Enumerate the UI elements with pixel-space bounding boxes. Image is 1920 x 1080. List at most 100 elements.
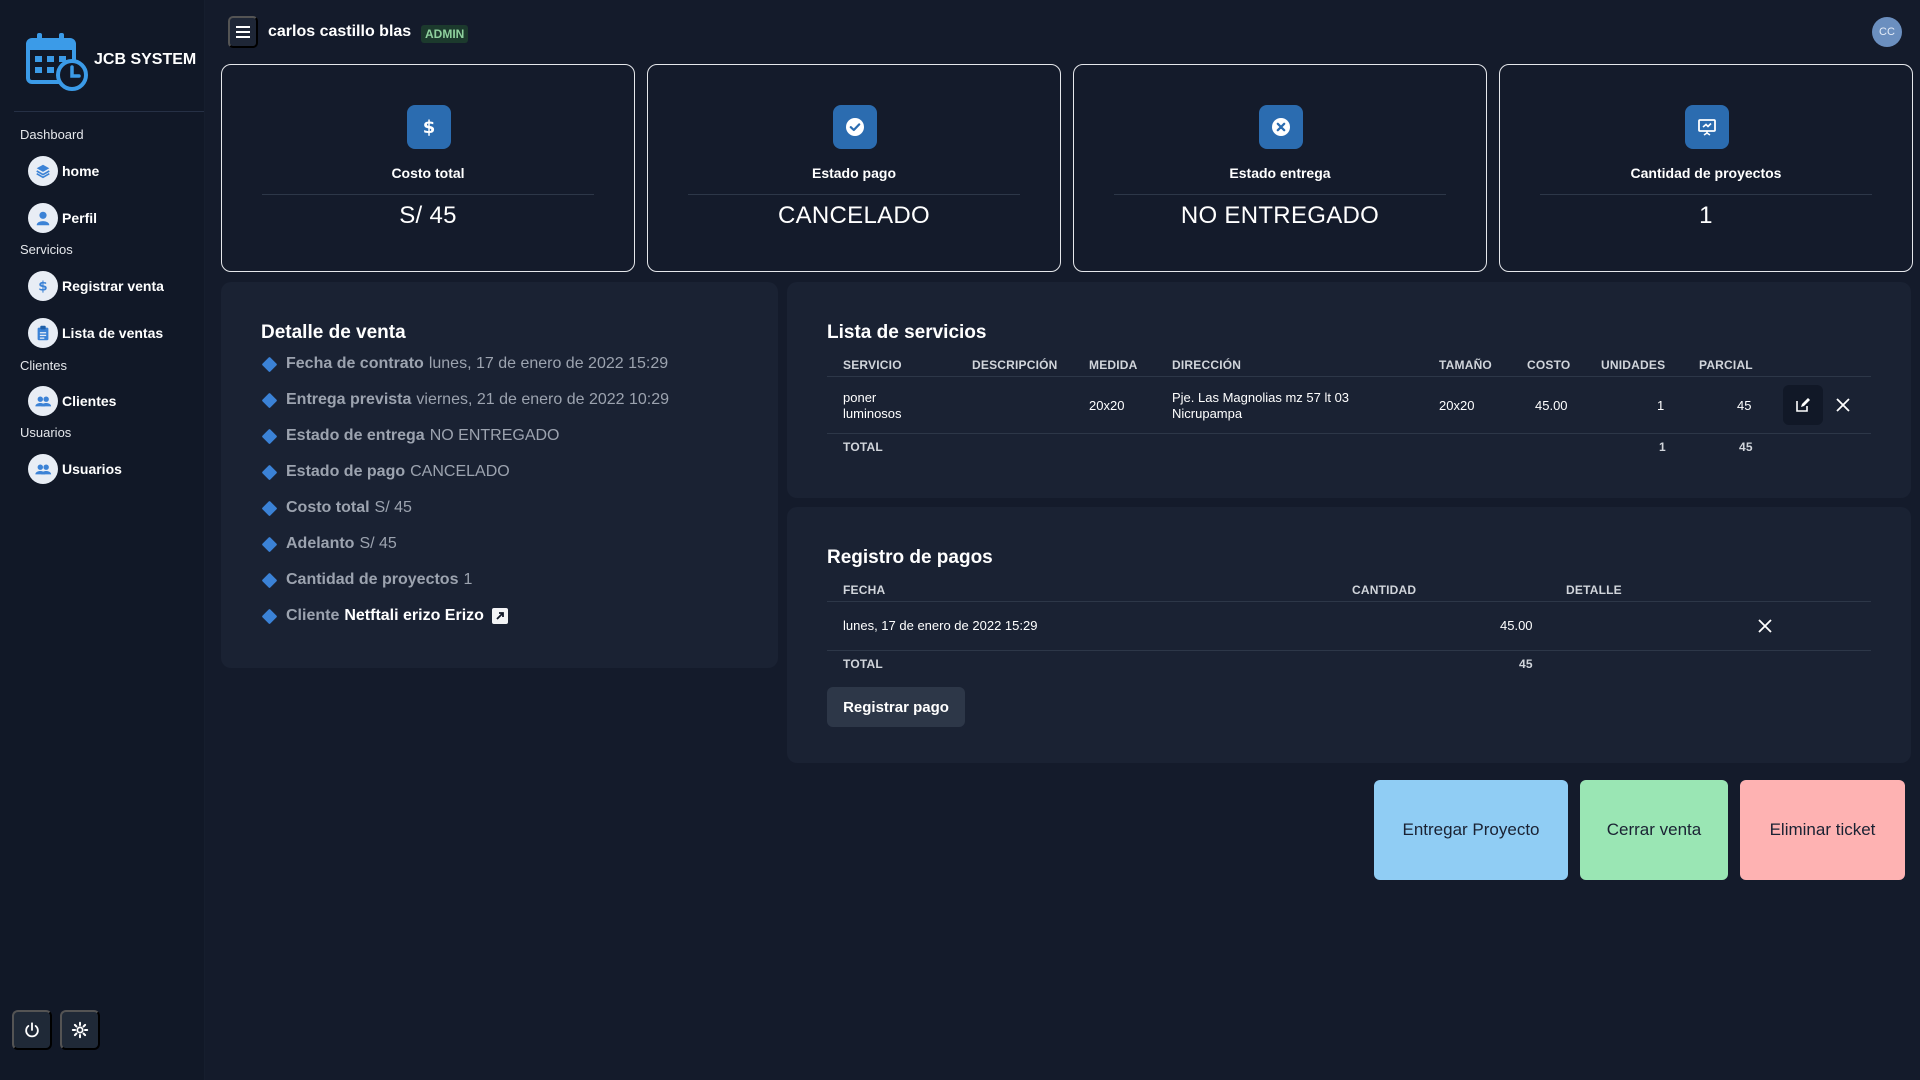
dollar-icon: $ (28, 271, 58, 301)
diamond-bullet-icon (261, 500, 278, 516)
detail-value: CANCELADO (410, 463, 510, 480)
section-label-usuarios: Usuarios (20, 425, 72, 440)
col-header-fecha: FECHA (843, 583, 886, 597)
close-sale-button[interactable]: Cerrar venta (1580, 780, 1728, 880)
cell-cantidad: 45.00 (1500, 618, 1533, 633)
clipboard-icon (28, 318, 58, 348)
detail-key: Entrega prevista (286, 391, 412, 408)
sidebar-item-label: Usuarios (62, 461, 122, 477)
sidebar-item-home[interactable]: home (28, 156, 99, 186)
sidebar: JCB SYSTEM Dashboard home Perfil Servici… (0, 0, 205, 1080)
detail-key: Adelanto (286, 535, 355, 552)
col-header-descripcion: DESCRIPCIÓN (972, 358, 1058, 372)
cell-medida: 20x20 (1089, 398, 1125, 413)
detail-value: S/ 45 (374, 499, 412, 516)
total-label: TOTAL (843, 440, 883, 454)
delete-service-button[interactable] (1831, 393, 1855, 417)
stat-value: CANCELADO (777, 202, 931, 229)
stat-title: Costo total (391, 165, 465, 181)
detail-key: Cliente (286, 607, 340, 624)
delete-payment-button[interactable] (1753, 614, 1777, 638)
edit-icon (1796, 398, 1810, 412)
col-header-tamano: TAMAÑO (1439, 358, 1492, 372)
diamond-bullet-icon (261, 392, 278, 408)
cell-fecha: lunes, 17 de enero de 2022 15:29 (843, 618, 1038, 633)
stat-card-costo-total: $ Costo total S/ 45 (221, 64, 635, 272)
cell-parcial: 45 (1737, 398, 1752, 413)
detail-row-cliente[interactable]: Cliente Netftali erizo Erizo (261, 607, 508, 625)
divider (827, 376, 1871, 377)
presentation-icon (1685, 105, 1729, 149)
user-name: carlos castillo blas (268, 23, 412, 40)
col-header-servicio: SERVICIO (843, 358, 902, 372)
sidebar-item-clientes[interactable]: Clientes (28, 386, 116, 416)
x-circle-icon (1259, 105, 1303, 149)
sidebar-item-usuarios[interactable]: Usuarios (28, 454, 122, 484)
services-title: Lista de servicios (827, 322, 987, 343)
divider (688, 194, 1020, 195)
close-icon (1836, 398, 1850, 412)
detail-row-estado-entrega: Estado de entrega NO ENTREGADO (261, 427, 560, 445)
menu-toggle-button[interactable] (228, 16, 258, 48)
user-icon (28, 203, 58, 233)
power-button[interactable] (12, 1010, 52, 1050)
stat-value: S/ 45 (399, 202, 457, 229)
avatar[interactable]: CC (1872, 17, 1902, 47)
detail-value: NO ENTREGADO (429, 427, 560, 444)
divider (827, 650, 1871, 651)
stat-title: Cantidad de proyectos (1630, 165, 1782, 181)
diamond-bullet-icon (261, 608, 278, 624)
section-label-clientes: Clientes (20, 358, 67, 373)
detail-key: Estado de pago (286, 463, 406, 480)
stat-card-cantidad-proyectos: Cantidad de proyectos 1 (1499, 64, 1913, 272)
sidebar-item-lista-de-ventas[interactable]: Lista de ventas (28, 318, 163, 348)
divider (1114, 194, 1446, 195)
cell-direccion: Pje. Las Magnolias mz 57 lt 03 Nicrupampa (1172, 390, 1350, 421)
sidebar-item-registrar-venta[interactable]: $ Registrar venta (28, 271, 164, 301)
layers-icon (28, 156, 58, 186)
divider (827, 601, 1871, 602)
diamond-bullet-icon (261, 536, 278, 552)
col-header-unidades: UNIDADES (1601, 358, 1666, 372)
divider (262, 194, 594, 195)
detail-key: Costo total (286, 499, 370, 516)
services-panel: Lista de servicios SERVICIO DESCRIPCIÓN … (787, 282, 1911, 498)
cell-unidades: 1 (1657, 398, 1665, 413)
diamond-bullet-icon (261, 428, 278, 444)
detail-title: Detalle de venta (261, 322, 406, 343)
diamond-bullet-icon (261, 464, 278, 480)
stat-card-estado-pago: Estado pago CANCELADO (647, 64, 1061, 272)
deliver-project-button[interactable]: Entregar Proyecto (1374, 780, 1568, 880)
diamond-bullet-icon (261, 572, 278, 588)
sidebar-item-perfil[interactable]: Perfil (28, 203, 97, 233)
payments-panel: Registro de pagos FECHA CANTIDAD DETALLE… (787, 507, 1911, 763)
col-header-medida: MEDIDA (1089, 358, 1138, 372)
sidebar-item-label: home (62, 163, 100, 179)
col-header-parcial: PARCIAL (1699, 358, 1753, 372)
register-payment-button[interactable]: Registrar pago (827, 687, 965, 727)
stat-card-estado-entrega: Estado entrega NO ENTREGADO (1073, 64, 1487, 272)
detail-key: Fecha de contrato (286, 355, 424, 372)
check-circle-icon (833, 105, 877, 149)
stat-value: 1 (1699, 202, 1713, 229)
brand[interactable]: JCB SYSTEM (26, 30, 196, 92)
sidebar-item-label: Lista de ventas (62, 325, 164, 341)
detail-row-adelanto: Adelanto S/ 45 (261, 535, 397, 553)
detail-panel: Detalle de venta Fecha de contrato lunes,… (221, 282, 778, 668)
divider (1540, 194, 1872, 195)
power-icon (25, 1022, 39, 1038)
client-link[interactable]: Netftali erizo Erizo (344, 607, 484, 625)
total-label: TOTAL (843, 657, 883, 671)
cell-servicio: poner luminosos (843, 390, 902, 421)
edit-service-button[interactable] (1783, 385, 1823, 425)
detail-key: Cantidad de proyectos (286, 571, 459, 588)
col-header-detalle: DETALLE (1566, 583, 1622, 597)
total-cantidad: 45 (1519, 657, 1533, 671)
detail-row-costo-total: Costo total S/ 45 (261, 499, 412, 517)
settings-button[interactable] (60, 1010, 100, 1050)
calendar-clock-icon (26, 33, 88, 91)
cell-tamano: 20x20 (1439, 398, 1475, 413)
section-label-dashboard: Dashboard (20, 127, 84, 142)
external-link-icon[interactable] (491, 608, 508, 624)
delete-ticket-button[interactable]: Eliminar ticket (1740, 780, 1905, 880)
